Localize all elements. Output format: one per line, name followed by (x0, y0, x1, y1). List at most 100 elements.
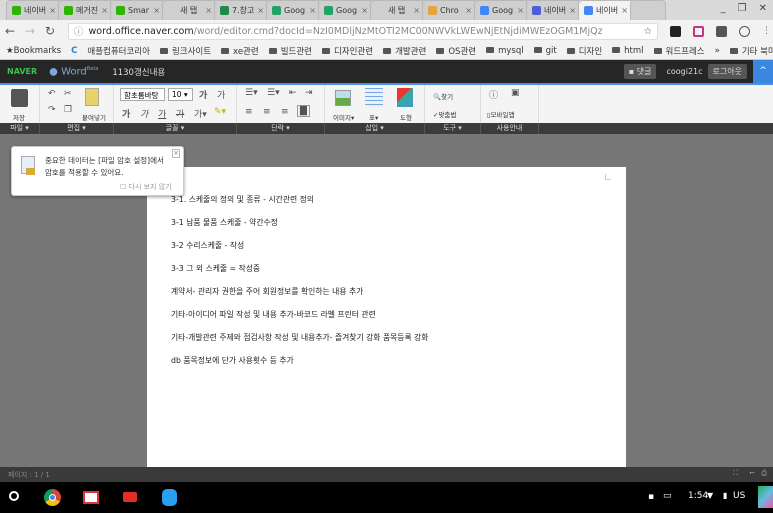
bookmark-item[interactable]: 빌드관련 (269, 45, 312, 57)
new-tab-button[interactable] (630, 0, 666, 20)
shrink-font-icon[interactable]: 가 (217, 88, 225, 101)
youtube-icon[interactable] (123, 492, 137, 502)
tablet-icon[interactable]: ▪ (648, 492, 654, 502)
browser-tab[interactable]: Goog × (474, 0, 530, 20)
bookmark-item[interactable]: C (71, 46, 77, 56)
document-paragraph[interactable]: db 품목정보에 단가 사용횟수 등 추가 (171, 355, 294, 366)
restore-icon[interactable]: ❐ (738, 3, 747, 14)
italic-icon[interactable]: 가 (140, 107, 148, 120)
browser-tab[interactable]: Goog × (266, 0, 322, 20)
fullscreen-icon[interactable]: ⛶ (733, 469, 738, 478)
instagram-extension-icon[interactable] (693, 25, 704, 37)
tab-close-icon[interactable]: × (49, 6, 56, 15)
bold-icon[interactable]: 가 (122, 107, 130, 120)
document-paragraph[interactable]: 기타-아이디어 파일 작성 및 내용 추가-바코드 라벨 프린터 관련 (171, 309, 376, 320)
back-icon[interactable]: ← (0, 24, 20, 38)
bookmark-item[interactable]: OS관련 (436, 45, 476, 57)
bookmark-item[interactable]: 기타 북마크 (730, 45, 773, 57)
browser-tab[interactable]: 새 탭 × (370, 0, 426, 20)
shape-button[interactable]: 도형 (400, 112, 412, 122)
tab-close-icon[interactable]: × (413, 6, 420, 15)
spellcheck-button[interactable]: ✓맞춤법 (433, 109, 456, 119)
input-locale[interactable]: US (733, 491, 745, 501)
bookmark-item[interactable]: 애플컴퓨터코리아 (87, 45, 150, 57)
files-icon[interactable] (162, 489, 177, 506)
browser-tab[interactable]: 메거진 × (58, 0, 114, 20)
minimize-icon[interactable]: _ (721, 3, 726, 14)
launcher-icon[interactable] (9, 491, 19, 501)
tab-close-icon[interactable]: × (257, 6, 264, 15)
indent-icon[interactable]: ⇥ (305, 88, 313, 98)
mobile-app-button[interactable]: ▯모바일앱 (487, 109, 515, 119)
print-icon[interactable]: ⎙ (761, 469, 767, 478)
ruler-icon[interactable]: ⌐ (749, 469, 755, 477)
ribbon-group-label[interactable]: 삽입 ▾ (325, 123, 425, 134)
bookmark-item[interactable]: xe관련 (221, 45, 259, 57)
bullet-list-icon[interactable]: ☰▾ (245, 88, 258, 98)
document-paragraph[interactable]: 3-3 그 외 스케줄 = 작성중 (171, 263, 260, 274)
star-icon[interactable]: ☆ (643, 26, 652, 37)
menu-icon[interactable]: ⋮ (762, 26, 771, 36)
tab-close-icon[interactable]: × (101, 6, 108, 15)
tab-close-icon[interactable]: × (153, 6, 160, 15)
tab-close-icon[interactable]: × (569, 6, 576, 15)
ribbon-group-label[interactable]: 도구 ▾ (425, 123, 481, 134)
font-select[interactable]: 함초롬바탕 (120, 88, 165, 101)
extension-icon[interactable] (716, 25, 727, 37)
popup-close-icon[interactable]: × (172, 149, 180, 158)
browser-tab[interactable]: 새 탭 × (162, 0, 218, 20)
paste-button[interactable]: 붙여넣기 (82, 112, 106, 122)
strikethrough-icon[interactable]: 가 (176, 107, 184, 120)
table-button[interactable]: 표▾ (369, 112, 378, 122)
ribbon-group-label[interactable]: 편집 ▾ (40, 123, 114, 134)
bookmark-item[interactable]: 개발관련 (383, 45, 426, 57)
chrome-icon[interactable] (44, 489, 61, 506)
align-right-icon[interactable]: ≡ (281, 107, 289, 117)
tab-close-icon[interactable]: × (205, 6, 212, 15)
ribbon-group-label[interactable]: 글꼴 ▾ (114, 123, 237, 134)
underline-icon[interactable]: 가 (158, 107, 166, 120)
help-icon[interactable]: ▣ (511, 88, 520, 98)
table-icon[interactable] (365, 88, 383, 107)
terminal-extension-icon[interactable] (670, 25, 681, 37)
reload-icon[interactable]: ↻ (40, 24, 60, 38)
screen-icon[interactable]: ▭ (663, 491, 672, 501)
chat-extension-icon[interactable] (739, 25, 750, 37)
shape-icon[interactable] (397, 88, 413, 107)
collapse-icon[interactable]: ^ (753, 60, 773, 83)
bookmark-item[interactable]: » (715, 46, 720, 56)
font-color-icon[interactable]: 가▾ (194, 107, 207, 120)
justify-icon[interactable]: ▇ (297, 105, 310, 117)
document-paragraph[interactable]: 3-1. 스케줄의 정의 및 종류 - 시간관련 정의 (171, 194, 314, 205)
copy-icon[interactable]: ❐ (64, 105, 72, 115)
save-icon[interactable] (11, 89, 28, 107)
browser-tab[interactable]: 네이버 × (578, 0, 634, 20)
bookmark-item[interactable]: 디자인관련 (322, 45, 373, 57)
browser-tab[interactable]: 네이버 × (6, 0, 62, 20)
bookmark-item[interactable]: 워드프레스 (654, 45, 705, 57)
document-page[interactable]: 3-1. 스케줄의 정의 및 종류 - 시간관련 정의 3-1 납품 물품 스케줄… (147, 167, 626, 467)
grow-font-icon[interactable]: 가 (199, 88, 207, 101)
browser-tab[interactable]: Goog × (318, 0, 374, 20)
bookmark-item[interactable]: mysql (486, 46, 524, 56)
document-paragraph[interactable]: 3-1 납품 물품 스케줄 - 약간수정 (171, 217, 278, 228)
user-avatar[interactable] (758, 486, 773, 508)
close-icon[interactable]: ✕ (759, 3, 767, 14)
align-center-icon[interactable]: ≡ (263, 107, 271, 117)
dont-show-checkbox[interactable]: ☐ 다시 보지 않기 (120, 182, 172, 192)
undo-icon[interactable]: ↶ (48, 89, 56, 99)
browser-tab[interactable]: 네이버 × (526, 0, 582, 20)
outdent-icon[interactable]: ⇤ (289, 88, 297, 98)
document-paragraph[interactable]: 계약서- 관리자 권한을 주어 회원정보를 확인하는 내용 추가 (171, 286, 363, 297)
save-button[interactable]: 저장 (13, 112, 25, 122)
bookmark-item[interactable]: git (534, 46, 557, 56)
document-paragraph[interactable]: 3-2 수리스케줄 - 작성 (171, 240, 244, 251)
bookmark-item[interactable]: 디자인 (567, 45, 602, 57)
ribbon-group-label[interactable]: 사용안내 (481, 123, 539, 134)
tab-close-icon[interactable]: × (621, 6, 628, 15)
comment-button[interactable]: ▪ 댓글 (623, 64, 657, 79)
bookmark-item[interactable]: html (612, 46, 643, 56)
bookmark-item[interactable]: 링크사이트 (160, 45, 211, 57)
ribbon-group-label[interactable]: 파일 ▾ (0, 123, 40, 134)
image-icon[interactable] (335, 90, 351, 106)
